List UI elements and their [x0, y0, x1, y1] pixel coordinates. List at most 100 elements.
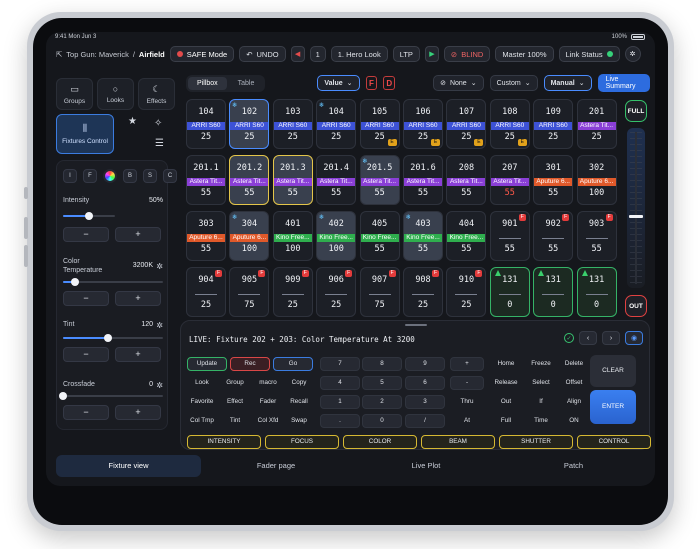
tab-pillbox[interactable]: Pillbox [188, 76, 227, 90]
category-intensity[interactable]: INTENSITY [187, 435, 261, 449]
plus-button[interactable]: + [115, 405, 161, 420]
key-freeze[interactable]: Freeze [525, 357, 557, 371]
fixture-cell[interactable]: 131 0 [576, 267, 617, 317]
key-on[interactable]: ON [559, 414, 589, 428]
key-[interactable]: + [450, 357, 484, 371]
minus-button[interactable]: − [63, 347, 109, 362]
key-7[interactable]: 7 [320, 357, 360, 371]
fixture-cell[interactable]: 302 Aputure 6... 100 [576, 155, 617, 205]
fixture-cell[interactable]: ❄ 403 Kino Free... 55 [403, 211, 443, 261]
key-fader[interactable]: Fader [253, 395, 283, 409]
blind-button[interactable]: ⊘ BLIND [443, 46, 491, 62]
custom-dropdown[interactable]: Custom ⌄ [489, 75, 538, 91]
master-fader[interactable] [627, 128, 645, 288]
link-status[interactable]: Link Status [558, 46, 620, 62]
star-icon[interactable]: ✲ [156, 262, 163, 271]
key-5[interactable]: 5 [362, 376, 402, 390]
fader-handle[interactable] [629, 214, 643, 218]
key-go[interactable]: Go [273, 357, 313, 371]
drag-handle[interactable] [405, 324, 427, 326]
category-shutter[interactable]: SHUTTER [499, 435, 573, 449]
color-wheel-icon[interactable] [103, 169, 117, 183]
fixture-cell[interactable]: F 909 25 [272, 267, 313, 317]
tab-live-plot[interactable]: Live Plot [356, 455, 496, 477]
key-at[interactable]: At [450, 414, 484, 428]
tint-slider[interactable] [63, 334, 163, 342]
settings-icon[interactable]: ✲ [624, 46, 641, 62]
fixture-cell[interactable]: 301 Aputure 6... 55 [533, 155, 574, 205]
plus-button[interactable]: + [115, 347, 161, 362]
cue-next-button[interactable]: ▶ [424, 46, 439, 62]
full-button[interactable]: FULL [625, 100, 647, 122]
key-out[interactable]: Out [490, 395, 522, 409]
key-9[interactable]: 9 [405, 357, 445, 371]
key-if[interactable]: If [525, 395, 557, 409]
cue-name[interactable]: 1. Hero Look [330, 46, 388, 62]
fixture-cell[interactable]: 106 ARRI S60 25 E [403, 99, 443, 149]
key-rec[interactable]: Rec [230, 357, 270, 371]
key-time[interactable]: Time [525, 414, 557, 428]
groups-button[interactable]: ▭ Groups [56, 78, 93, 110]
key-release[interactable]: Release [490, 376, 522, 390]
fixture-cell[interactable]: 303 Aputure 6... 55 [186, 211, 226, 261]
cue-prev-button[interactable]: ◀ [290, 46, 305, 62]
minus-button[interactable]: − [63, 405, 109, 420]
effects-button[interactable]: ☾ Effects [138, 78, 175, 110]
fixture-cell[interactable]: ❄ 402 Kino Free... 100 [316, 211, 357, 261]
key-[interactable]: - [450, 376, 484, 390]
star-icon[interactable]: ✲ [156, 381, 163, 390]
key-effect[interactable]: Effect [220, 395, 250, 409]
key-col-tmp[interactable]: Col Tmp [187, 414, 217, 428]
fixture-cell[interactable]: 131 0 [489, 267, 530, 317]
color-temperature-slider[interactable] [63, 278, 163, 286]
fixture-cell[interactable]: ❄ 102 ARRI S60 25 [229, 99, 270, 149]
next-button[interactable]: › [602, 331, 620, 345]
key-favorite[interactable]: Favorite [187, 395, 217, 409]
key-2[interactable]: 2 [362, 395, 402, 409]
star-icon[interactable]: ★ [128, 116, 137, 127]
tab-patch[interactable]: Patch [506, 455, 641, 477]
tab-table[interactable]: Table [229, 77, 264, 90]
key-swap[interactable]: Swap [285, 414, 313, 428]
ltp-button[interactable]: LTP [392, 46, 420, 62]
key-8[interactable]: 8 [362, 357, 402, 371]
plus-button[interactable]: + [115, 227, 161, 242]
category-beam[interactable]: BEAM [421, 435, 495, 449]
key-6[interactable]: 6 [405, 376, 445, 390]
manual-dropdown[interactable]: Manual ⌄ [543, 75, 592, 91]
out-button[interactable]: OUT [625, 295, 647, 317]
key-recall[interactable]: Recall [285, 395, 313, 409]
fixture-cell[interactable]: ❄ 104 ARRI S60 25 [316, 99, 357, 149]
plus-button[interactable]: + [115, 291, 161, 306]
scene-name[interactable]: Airfield [139, 50, 165, 59]
target-icon[interactable]: ◉ [625, 331, 643, 345]
fixture-cell[interactable]: 208 Astera Tit... 55 [446, 155, 487, 205]
fixture-cell[interactable]: 107 ARRI S60 25 E [446, 99, 487, 149]
attr-control[interactable]: C [163, 169, 177, 183]
fixture-cell[interactable]: 405 Kino Free... 55 [359, 211, 400, 261]
key-[interactable]: . [320, 414, 360, 428]
cue-number[interactable]: 1 [309, 46, 326, 62]
key-group[interactable]: Group [220, 376, 250, 390]
fixture-cell[interactable]: ❄ 201.5 Astera Tit... 55 [359, 155, 400, 205]
fixture-cell[interactable]: 201.1 Astera Tit... 55 [186, 155, 226, 205]
fixture-cell[interactable]: F 901 55 [489, 211, 530, 261]
master-level[interactable]: Master 100% [495, 46, 554, 62]
key-col-xfd[interactable]: Col Xfd [253, 414, 283, 428]
fixture-cell[interactable]: F 910 25 [446, 267, 487, 317]
fixture-cell[interactable]: F 908 25 [403, 267, 443, 317]
fixture-cell[interactable]: F 906 25 [316, 267, 357, 317]
fixture-cell[interactable]: 201.3 Astera Tit... 55 [272, 155, 313, 205]
key-offset[interactable]: Offset [559, 376, 589, 390]
key-[interactable]: / [405, 414, 445, 428]
intensity-slider[interactable] [63, 212, 115, 220]
key-update[interactable]: Update [187, 357, 227, 371]
crossfade-slider[interactable] [59, 392, 163, 400]
attr-intensity[interactable]: I [63, 169, 77, 183]
value-dropdown[interactable]: Value ⌄ [317, 75, 360, 91]
attr-focus[interactable]: F [83, 169, 97, 183]
fixture-cell[interactable]: 105 ARRI S60 25 E [359, 99, 400, 149]
fixture-cell[interactable]: F 903 55 [576, 211, 617, 261]
key-1[interactable]: 1 [320, 395, 360, 409]
fixture-cell[interactable]: F 905 75 [229, 267, 270, 317]
